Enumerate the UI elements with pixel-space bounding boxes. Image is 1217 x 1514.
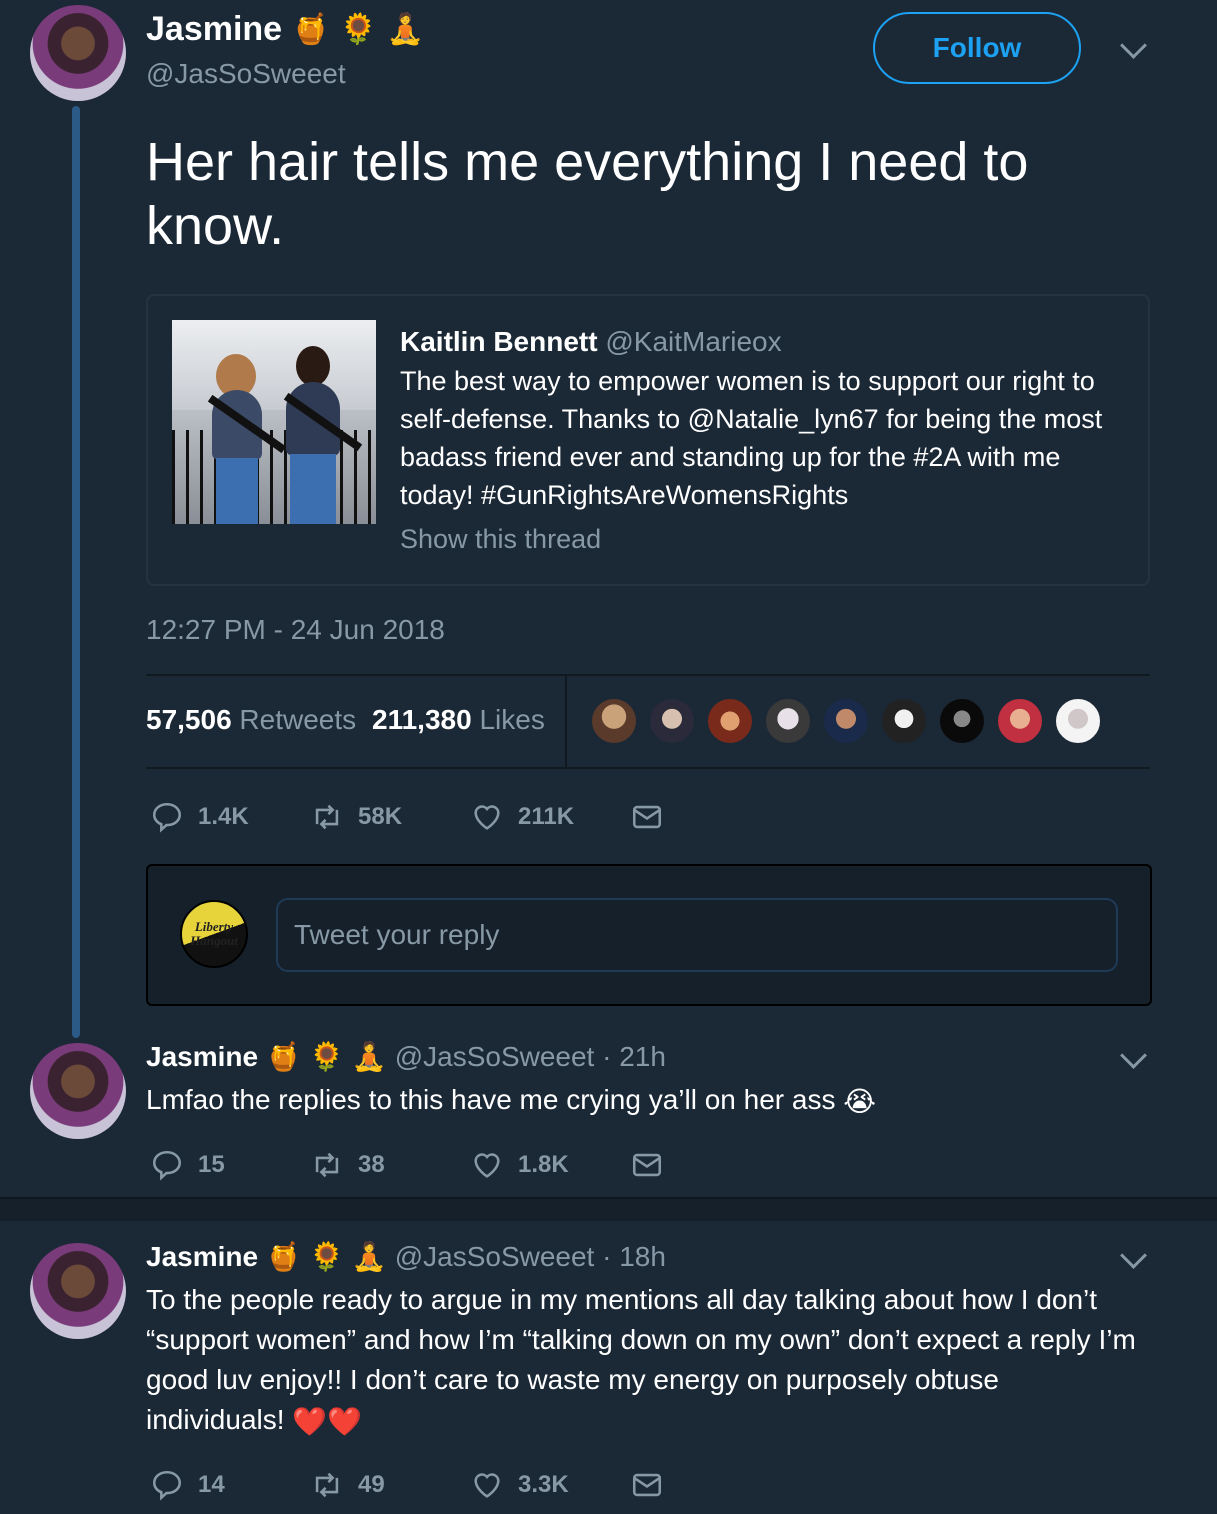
liker-avatar[interactable] — [706, 697, 754, 745]
like-action[interactable]: 3.3K — [470, 1468, 569, 1502]
stats-bottom-divider — [146, 767, 1150, 769]
retweets-count: 57,506 — [146, 704, 232, 735]
reply-action[interactable]: 14 — [150, 1468, 225, 1502]
speech-bubble-icon — [152, 1150, 182, 1181]
liker-avatar[interactable] — [822, 697, 870, 745]
tweet-separator — [0, 1197, 1217, 1221]
message-action[interactable] — [630, 800, 664, 834]
liker-avatar[interactable] — [996, 697, 1044, 745]
honey-pot-emoji: 🍯 — [266, 1241, 301, 1272]
retweets-label: Retweets — [239, 704, 357, 735]
quoted-tweet-card[interactable]: Kaitlin Bennett @KaitMarieox The best wa… — [146, 294, 1150, 586]
reply-input[interactable]: Tweet your reply — [276, 898, 1118, 972]
retweet-count: 38 — [358, 1151, 385, 1178]
retweets-stat[interactable]: 57,506 Retweets — [146, 704, 356, 736]
honey-pot-emoji: 🍯 — [266, 1041, 301, 1072]
reply-action[interactable]: 1.4K — [150, 800, 249, 834]
reply-header: Jasmine 🍯 🌻 🧘 @JasSoSweeet · 21h — [146, 1040, 666, 1073]
reply-author-name[interactable]: Jasmine — [146, 1241, 258, 1273]
sunflower-emoji: 🌻 — [308, 1241, 344, 1272]
retweet-arrows-icon — [315, 1152, 339, 1178]
retweet-count: 49 — [358, 1471, 385, 1498]
follow-button[interactable]: Follow — [873, 12, 1081, 84]
retweet-action[interactable]: 49 — [310, 1468, 385, 1502]
reply-author-avatar[interactable] — [30, 1243, 126, 1339]
chevron-down-icon[interactable] — [1120, 1242, 1147, 1269]
author-avatar[interactable] — [30, 5, 126, 101]
reply-header: Jasmine 🍯 🌻 🧘 @JasSoSweeet · 18h — [146, 1240, 666, 1273]
speech-bubble-icon — [152, 802, 182, 833]
reply-count: 14 — [198, 1471, 225, 1498]
red-hearts-emoji: ❤️❤️ — [292, 1405, 363, 1437]
reply-count: 15 — [198, 1151, 225, 1178]
reply-count: 1.4K — [198, 803, 249, 830]
like-count: 1.8K — [518, 1151, 569, 1178]
reply-action[interactable]: 15 — [150, 1148, 225, 1182]
envelope-icon — [632, 805, 662, 829]
stats-vertical-divider — [565, 676, 567, 768]
quoted-author-handle[interactable]: @KaitMarieox — [605, 326, 781, 357]
like-count: 3.3K — [518, 1471, 569, 1498]
reply-author-avatar[interactable] — [30, 1043, 126, 1139]
meditation-emoji: 🧘 — [386, 13, 425, 46]
thread-line — [72, 106, 80, 1038]
sunflower-emoji: 🌻 — [308, 1041, 344, 1072]
composer-avatar[interactable]: Liberty Hangout — [180, 900, 248, 968]
message-action[interactable] — [630, 1148, 664, 1182]
stats-top-divider — [146, 674, 1150, 676]
message-action[interactable] — [630, 1468, 664, 1502]
liker-avatars — [590, 697, 1102, 745]
sunflower-emoji: 🌻 — [339, 13, 377, 46]
liker-avatar[interactable] — [880, 697, 928, 745]
liker-avatar[interactable] — [1054, 697, 1102, 745]
crying-emoji: 😭 — [843, 1085, 876, 1117]
retweet-arrows-icon — [315, 804, 339, 830]
like-count: 211K — [518, 803, 575, 830]
retweet-action[interactable]: 58K — [310, 800, 402, 834]
chevron-down-icon[interactable] — [1120, 1042, 1147, 1069]
reply-handle-time[interactable]: @JasSoSweeet · 21h — [395, 1041, 666, 1073]
liker-avatar[interactable] — [938, 697, 986, 745]
chevron-down-icon[interactable] — [1120, 32, 1147, 59]
retweet-count: 58K — [358, 803, 403, 830]
quoted-author-row: Kaitlin Bennett @KaitMarieox — [400, 326, 782, 358]
likes-stat[interactable]: 211,380 Likes — [372, 704, 545, 736]
heart-icon — [474, 1473, 500, 1498]
meditation-emoji: 🧘 — [351, 1241, 387, 1272]
retweet-arrows-icon — [315, 1472, 339, 1498]
likes-count: 211,380 — [372, 704, 472, 735]
heart-icon — [474, 1153, 500, 1178]
reply-composer: Liberty Hangout Tweet your reply — [146, 864, 1152, 1006]
liker-avatar[interactable] — [590, 697, 638, 745]
author-name-row: Jasmine 🍯 🌻 🧘 — [146, 10, 424, 49]
quoted-tweet-image[interactable] — [172, 320, 376, 524]
meditation-emoji: 🧘 — [351, 1041, 387, 1072]
liker-avatar[interactable] — [648, 697, 696, 745]
quoted-tweet-text: The best way to empower women is to supp… — [400, 366, 1103, 510]
envelope-icon — [632, 1153, 662, 1177]
reply-text-body: Lmfao the replies to this have me crying… — [146, 1084, 836, 1115]
reply-text: To the people ready to argue in my menti… — [146, 1280, 1136, 1442]
retweet-action[interactable]: 38 — [310, 1148, 385, 1182]
show-thread-link[interactable]: Show this thread — [400, 524, 601, 555]
like-action[interactable]: 211K — [470, 800, 574, 834]
author-display-name[interactable]: Jasmine — [146, 10, 282, 49]
likes-label: Likes — [479, 704, 545, 735]
envelope-icon — [632, 1473, 662, 1497]
liker-avatar[interactable] — [764, 697, 812, 745]
reply-handle-time[interactable]: @JasSoSweeet · 18h — [395, 1241, 666, 1273]
like-action[interactable]: 1.8K — [470, 1148, 569, 1182]
heart-icon — [474, 805, 500, 830]
author-handle[interactable]: @JasSoSweeet — [146, 58, 346, 90]
honey-pot-emoji: 🍯 — [292, 13, 330, 46]
reply-author-name[interactable]: Jasmine — [146, 1041, 258, 1073]
tweet-timestamp[interactable]: 12:27 PM - 24 Jun 2018 — [146, 614, 445, 646]
speech-bubble-icon — [152, 1470, 182, 1501]
quoted-author-name[interactable]: Kaitlin Bennett — [400, 326, 598, 357]
reply-text: Lmfao the replies to this have me crying… — [146, 1080, 1146, 1122]
tweet-text: Her hair tells me everything I need to k… — [146, 132, 1029, 256]
